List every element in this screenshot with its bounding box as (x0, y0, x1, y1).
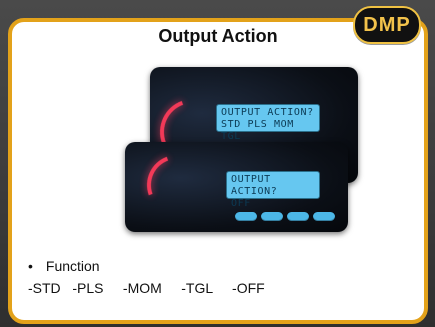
keypad-device-bottom: OUTPUT ACTION? OFF (125, 142, 348, 232)
function-bullet: • Function (28, 258, 100, 274)
logo-text: DMP (363, 13, 411, 36)
keypad-key-4[interactable] (313, 212, 335, 221)
brand-logo: DMP (353, 6, 421, 44)
lcd-line-1: OUTPUT ACTION? (221, 107, 314, 118)
lcd-line-2: OFF (231, 198, 251, 209)
function-options: -STD -PLS -MOM -TGL -OFF (28, 280, 265, 296)
slide-panel: Output Action OUTPUT ACTION? STD PLS MOM… (8, 18, 428, 324)
lcd-line-1: OUTPUT ACTION? (231, 174, 278, 197)
bullet-dot: • (28, 258, 33, 274)
function-label: Function (45, 258, 100, 274)
keypad-key-2[interactable] (261, 212, 283, 221)
slide-frame: Output Action OUTPUT ACTION? STD PLS MOM… (0, 0, 435, 327)
lcd-line-2: STD PLS MOM TGL (221, 119, 294, 142)
lcd-screen-top: OUTPUT ACTION? STD PLS MOM TGL (216, 104, 320, 142)
lcd-screen-bottom: OUTPUT ACTION? OFF (226, 171, 320, 209)
keypad-key-1[interactable] (235, 212, 257, 221)
red-light-arc (137, 145, 217, 225)
keypad-key-3[interactable] (287, 212, 309, 221)
